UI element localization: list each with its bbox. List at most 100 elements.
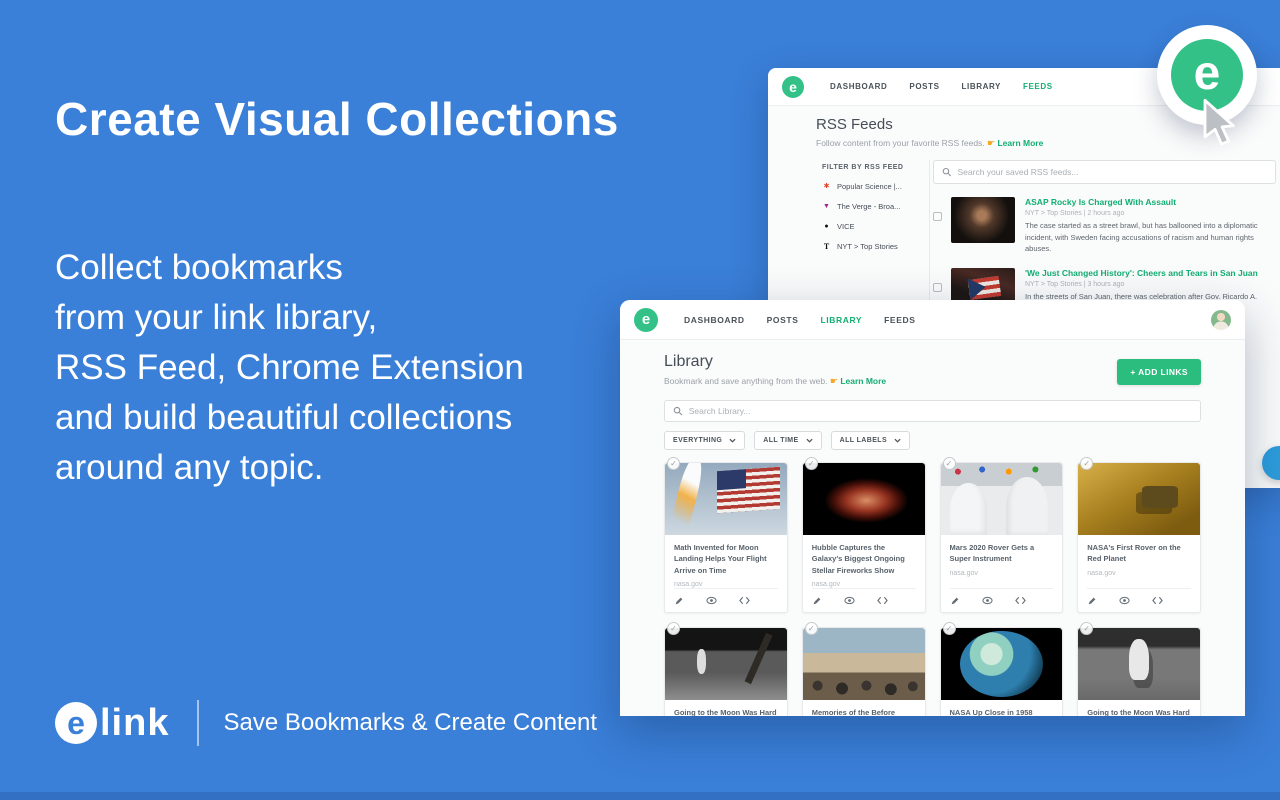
elink-app-logo[interactable]: e bbox=[634, 308, 658, 332]
rss-item-title-link[interactable]: 'We Just Changed History': Cheers and Te… bbox=[1025, 268, 1276, 278]
card-thumbnail-nebula bbox=[803, 463, 925, 535]
bookmark-card[interactable]: ✓ NASA Up Close in 1958 Pictures bbox=[940, 627, 1064, 716]
feed-label: Popular Science |... bbox=[837, 182, 902, 191]
card-source: nasa.gov bbox=[950, 570, 1054, 577]
library-search-bar bbox=[664, 400, 1201, 422]
item-checkbox[interactable] bbox=[933, 283, 942, 292]
nav-dashboard[interactable]: DASHBOARD bbox=[684, 315, 745, 325]
bookmark-card[interactable]: ✓ Memories of the Before People bbox=[802, 627, 926, 716]
edit-icon[interactable] bbox=[1087, 596, 1097, 606]
bookmark-grid: ✓ Math Invented for Moon Landing Helps Y… bbox=[664, 462, 1201, 716]
view-icon[interactable] bbox=[1119, 596, 1130, 606]
nav-feeds[interactable]: FEEDS bbox=[884, 315, 915, 325]
edit-icon[interactable] bbox=[812, 596, 822, 606]
library-header: Library Bookmark and save anything from … bbox=[664, 353, 886, 387]
view-icon[interactable] bbox=[844, 596, 855, 606]
edit-icon[interactable] bbox=[674, 596, 684, 606]
select-check-icon[interactable]: ✓ bbox=[943, 457, 956, 470]
library-learn-more-link[interactable]: Learn More bbox=[840, 376, 886, 386]
feed-label: The Verge - Broa... bbox=[837, 202, 900, 211]
chat-messenger-bubble[interactable] bbox=[1262, 446, 1280, 480]
bookmark-card[interactable]: ✓ NASA's First Rover on the Red Planet n… bbox=[1077, 462, 1201, 613]
bookmark-card[interactable]: ✓ Math Invented for Moon Landing Helps Y… bbox=[664, 462, 788, 613]
rss-learn-more-link[interactable]: Learn More bbox=[997, 138, 1043, 148]
embed-code-icon[interactable] bbox=[877, 596, 888, 606]
card-title: Mars 2020 Rover Gets a Super Instrument bbox=[950, 542, 1054, 565]
select-check-icon[interactable]: ✓ bbox=[943, 622, 956, 635]
card-thumbnail-crowd bbox=[803, 628, 925, 700]
sidebar-item-nyt-top-stories[interactable]: T NYT > Top Stories bbox=[822, 242, 929, 251]
nav-dashboard[interactable]: DASHBOARD bbox=[830, 82, 887, 91]
feed-label: NYT > Top Stories bbox=[837, 242, 898, 251]
filter-row: EVERYTHING ALL TIME ALL LABELS bbox=[664, 431, 1201, 450]
footer-brand: e link Save Bookmarks & Create Content bbox=[55, 700, 597, 746]
embed-code-icon[interactable] bbox=[1152, 596, 1163, 606]
card-title: NASA Up Close in 1958 Pictures bbox=[950, 707, 1054, 716]
body-line: RSS Feed, Chrome Extension bbox=[55, 343, 524, 393]
add-links-button[interactable]: + ADD LINKS bbox=[1117, 359, 1201, 385]
elink-app-logo[interactable]: e bbox=[782, 76, 804, 98]
library-page-title: Library bbox=[664, 353, 886, 371]
filter-all-time-dropdown[interactable]: ALL TIME bbox=[754, 431, 821, 450]
user-avatar[interactable] bbox=[1211, 310, 1231, 330]
card-source: nasa.gov bbox=[1087, 570, 1191, 577]
sidebar-item-the-verge[interactable]: ▼ The Verge - Broa... bbox=[822, 202, 929, 211]
nav-posts[interactable]: POSTS bbox=[909, 82, 939, 91]
card-thumbnail-moon-lander bbox=[665, 628, 787, 700]
the-verge-feed-icon: ▼ bbox=[822, 203, 831, 211]
rss-item-title-link[interactable]: ASAP Rocky Is Charged With Assault bbox=[1025, 197, 1276, 207]
rss-filter-header: FILTER BY RSS FEED bbox=[822, 164, 929, 171]
select-check-icon[interactable]: ✓ bbox=[667, 457, 680, 470]
card-source: nasa.gov bbox=[812, 581, 916, 588]
library-search-input[interactable] bbox=[689, 406, 1192, 416]
embed-code-icon[interactable] bbox=[739, 596, 750, 606]
chevron-down-icon bbox=[894, 438, 901, 443]
chevron-down-icon bbox=[729, 438, 736, 443]
nyt-feed-icon: T bbox=[822, 243, 831, 251]
library-subtitle-text: Bookmark and save anything from the web. bbox=[664, 376, 827, 386]
select-check-icon[interactable]: ✓ bbox=[805, 622, 818, 635]
select-check-icon[interactable]: ✓ bbox=[667, 622, 680, 635]
nav-feeds[interactable]: FEEDS bbox=[1023, 82, 1053, 91]
view-icon[interactable] bbox=[706, 596, 717, 606]
sidebar-item-vice[interactable]: ● VICE bbox=[822, 222, 929, 231]
filter-everything-dropdown[interactable]: EVERYTHING bbox=[664, 431, 745, 450]
card-thumbnail-earth bbox=[941, 628, 1063, 700]
bookmark-card[interactable]: ✓ Going to the Moon Was Hard bbox=[664, 627, 788, 716]
edit-icon[interactable] bbox=[950, 596, 960, 606]
bookmark-card[interactable]: ✓ Mars 2020 Rover Gets a Super Instrumen… bbox=[940, 462, 1064, 613]
card-source: nasa.gov bbox=[674, 581, 778, 588]
search-icon bbox=[673, 406, 683, 416]
sidebar-item-popular-science[interactable]: ✱ Popular Science |... bbox=[822, 182, 929, 191]
mouse-cursor-icon bbox=[1196, 98, 1240, 150]
card-thumbnail-astronaut bbox=[1078, 628, 1200, 700]
filter-label: ALL TIME bbox=[763, 437, 798, 444]
card-title: Going to the Moon Was Hard bbox=[1087, 707, 1191, 716]
select-check-icon[interactable]: ✓ bbox=[805, 457, 818, 470]
bookmark-card[interactable]: ✓ Hubble Captures the Galaxy's Biggest O… bbox=[802, 462, 926, 613]
search-icon bbox=[942, 167, 952, 177]
feed-label: VICE bbox=[837, 222, 855, 231]
view-icon[interactable] bbox=[982, 596, 993, 606]
card-title: Hubble Captures the Galaxy's Biggest Ong… bbox=[812, 542, 916, 576]
nav-posts[interactable]: POSTS bbox=[767, 315, 799, 325]
rss-subtitle-text: Follow content from your favorite RSS fe… bbox=[816, 138, 985, 148]
item-checkbox[interactable] bbox=[933, 212, 942, 221]
bottom-strip bbox=[0, 792, 1280, 800]
card-thumbnail-clean-room bbox=[941, 463, 1063, 535]
card-title: Memories of the Before People bbox=[812, 707, 916, 716]
library-window: e DASHBOARD POSTS LIBRARY FEEDS Library … bbox=[620, 300, 1245, 716]
select-check-icon[interactable]: ✓ bbox=[1080, 622, 1093, 635]
embed-code-icon[interactable] bbox=[1015, 596, 1026, 606]
nav-library[interactable]: LIBRARY bbox=[962, 82, 1001, 91]
filter-all-labels-dropdown[interactable]: ALL LABELS bbox=[831, 431, 910, 450]
bookmark-card[interactable]: ✓ Going to the Moon Was Hard bbox=[1077, 627, 1201, 716]
filter-label: ALL LABELS bbox=[840, 437, 887, 444]
card-thumbnail-gold-rover bbox=[1078, 463, 1200, 535]
filter-label: EVERYTHING bbox=[673, 437, 722, 444]
rss-search-input[interactable] bbox=[958, 167, 1267, 177]
rss-feed-item: ASAP Rocky Is Charged With Assault NYT >… bbox=[933, 197, 1276, 255]
nav-library[interactable]: LIBRARY bbox=[820, 315, 862, 325]
rss-search-bar bbox=[933, 160, 1276, 184]
body-copy: Collect bookmarks from your link library… bbox=[55, 243, 524, 493]
